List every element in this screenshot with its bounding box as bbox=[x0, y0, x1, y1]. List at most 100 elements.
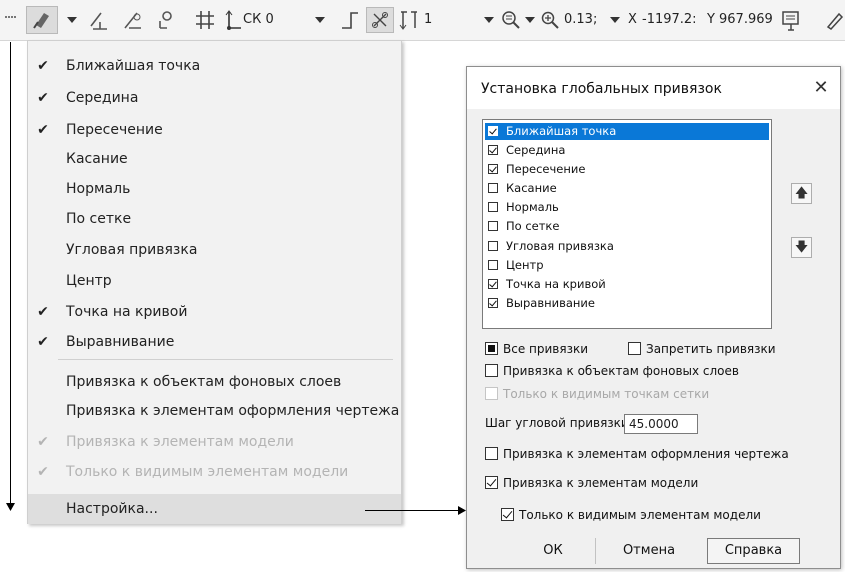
list-item[interactable]: Касание bbox=[485, 180, 769, 197]
pencil-icon[interactable] bbox=[822, 0, 845, 40]
checkbox[interactable] bbox=[488, 164, 498, 174]
list-item[interactable]: Выравнивание bbox=[485, 295, 769, 312]
connector-line bbox=[10, 42, 11, 504]
snap-toggle-button[interactable] bbox=[26, 6, 58, 34]
connector-line bbox=[365, 510, 460, 511]
snap-magnet-icon bbox=[33, 13, 49, 29]
menu-item-drawing-design[interactable]: Привязка к элементам оформления чертежа bbox=[28, 396, 401, 426]
move-up-button[interactable]: 🡅 bbox=[791, 183, 812, 204]
zoom-mode-dropdown[interactable] bbox=[523, 0, 537, 40]
checkbox[interactable] bbox=[488, 183, 498, 193]
list-item[interactable]: Нормаль bbox=[485, 199, 769, 216]
menu-separator bbox=[58, 359, 393, 360]
list-item[interactable]: Пересечение bbox=[485, 161, 769, 178]
drawing-design-label: Привязка к элементам оформления чертежа bbox=[503, 447, 789, 461]
zoom-value[interactable]: 0.13; bbox=[564, 9, 608, 31]
help-button[interactable]: Справка bbox=[707, 538, 800, 564]
coordinate-system-dropdown[interactable] bbox=[313, 0, 327, 40]
menu-item-normal[interactable]: Нормаль bbox=[28, 174, 401, 204]
menu-item-label: Выравнивание bbox=[66, 334, 175, 350]
ok-button[interactable]: ОК bbox=[511, 538, 596, 564]
menu-item-settings[interactable]: Настройка... bbox=[28, 494, 401, 524]
fix-coordinates-icon[interactable] bbox=[778, 0, 804, 40]
x-coordinate-field[interactable]: -1197.2: bbox=[642, 9, 704, 31]
cancel-button[interactable]: Отмена bbox=[607, 538, 691, 564]
model-elements-label: Привязка к элементам модели bbox=[503, 476, 699, 490]
toolbar-grip-icon[interactable] bbox=[4, 0, 18, 40]
cursor-step-dropdown[interactable] bbox=[482, 0, 496, 40]
local-snap-icon[interactable] bbox=[151, 0, 181, 40]
grid-icon[interactable] bbox=[190, 0, 220, 40]
list-item[interactable]: Угловая привязка bbox=[485, 238, 769, 255]
menu-item-label: Привязка к элементам оформления чертежа bbox=[66, 403, 400, 419]
forbid-snaps-label: Запретить привязки bbox=[646, 342, 776, 356]
checkbox[interactable] bbox=[488, 221, 498, 231]
dynamic-snap-button[interactable] bbox=[366, 7, 394, 33]
menu-item-label: Привязка к элементам модели bbox=[66, 434, 294, 450]
check-icon: ✔ bbox=[37, 90, 49, 106]
snap-menu-dropdown[interactable] bbox=[65, 0, 79, 40]
check-icon: ✔ bbox=[37, 334, 49, 350]
checkbox[interactable] bbox=[488, 126, 498, 136]
list-item-label: Угловая привязка bbox=[506, 239, 614, 253]
snap-type-list[interactable]: Ближайшая точка Середина Пересечение Кас… bbox=[482, 119, 772, 329]
zoom-in-icon[interactable] bbox=[540, 0, 560, 40]
angle-step-input[interactable]: 45.0000 bbox=[624, 414, 698, 434]
list-item[interactable]: Середина bbox=[485, 142, 769, 159]
cursor-step-value[interactable]: 1 bbox=[424, 0, 432, 40]
orthogonal-mode-icon[interactable] bbox=[335, 0, 363, 40]
menu-item-label: Ближайшая точка bbox=[66, 58, 201, 74]
all-snaps-label: Все привязки bbox=[503, 342, 589, 356]
menu-item-intersection[interactable]: ✔ Пересечение bbox=[28, 115, 401, 145]
dialog-title-bar: Установка глобальных привязок ✕ bbox=[467, 67, 840, 109]
menu-item-label: Середина bbox=[66, 90, 139, 106]
y-coordinate-label: Y bbox=[707, 12, 715, 27]
list-item[interactable]: Центр bbox=[485, 257, 769, 274]
checkbox[interactable] bbox=[488, 298, 498, 308]
cursor-step-icon bbox=[398, 0, 420, 40]
zoom-value-dropdown[interactable] bbox=[608, 0, 622, 40]
zoom-window-icon[interactable] bbox=[500, 0, 522, 40]
list-item[interactable]: По сетке bbox=[485, 218, 769, 235]
list-item-label: Пересечение bbox=[506, 162, 586, 176]
menu-item-label: Центр bbox=[66, 273, 112, 289]
menu-item-tangent[interactable]: Касание bbox=[28, 144, 401, 174]
visible-model-only-label: Только к видимым элементам модели bbox=[519, 508, 761, 522]
check-icon: ✔ bbox=[37, 58, 49, 74]
menu-item-grid[interactable]: По сетке bbox=[28, 204, 401, 234]
menu-item-nearest-point[interactable]: ✔ Ближайшая точка bbox=[28, 51, 401, 81]
menu-item-angle-snap[interactable]: Угловая привязка bbox=[28, 235, 401, 265]
menu-item-point-on-curve[interactable]: ✔ Точка на кривой bbox=[28, 297, 401, 327]
checkbox[interactable] bbox=[485, 342, 498, 355]
close-icon[interactable]: ✕ bbox=[810, 77, 832, 99]
checkbox[interactable] bbox=[628, 342, 641, 355]
menu-item-center[interactable]: Центр bbox=[28, 266, 401, 296]
checkbox[interactable] bbox=[501, 508, 514, 521]
checkbox[interactable] bbox=[488, 260, 498, 270]
check-icon: ✔ bbox=[37, 464, 49, 480]
list-item[interactable]: Точка на кривой bbox=[485, 276, 769, 293]
checkbox[interactable] bbox=[488, 145, 498, 155]
background-layers-label: Привязка к объектам фоновых слоев bbox=[503, 364, 739, 378]
menu-item-alignment[interactable]: ✔ Выравнивание bbox=[28, 327, 401, 357]
menu-item-label: Касание bbox=[66, 151, 128, 167]
snap-dropdown-menu: ✔ Ближайшая точка ✔ Середина ✔ Пересечен… bbox=[27, 40, 402, 524]
normal-snap-icon[interactable] bbox=[84, 0, 114, 40]
angle-step-row: Шаг угловой привязки bbox=[485, 414, 629, 432]
checkbox[interactable] bbox=[488, 202, 498, 212]
checkbox[interactable] bbox=[485, 476, 498, 489]
list-item-label: Точка на кривой bbox=[506, 277, 606, 291]
y-coordinate-field[interactable]: 967.969 bbox=[719, 9, 775, 31]
global-snaps-dialog: Установка глобальных привязок ✕ Ближайша… bbox=[466, 66, 841, 569]
angle-snap-icon[interactable] bbox=[118, 0, 148, 40]
list-item[interactable]: Ближайшая точка bbox=[485, 123, 769, 140]
move-down-button[interactable]: 🡇 bbox=[791, 237, 812, 258]
menu-item-midpoint[interactable]: ✔ Середина bbox=[28, 83, 401, 113]
coordinate-system-value[interactable]: СК 0 bbox=[243, 0, 274, 40]
menu-item-background-layers[interactable]: Привязка к объектам фоновых слоев bbox=[28, 367, 401, 397]
checkbox[interactable] bbox=[485, 447, 498, 460]
checkbox[interactable] bbox=[488, 279, 498, 289]
menu-item-label: Привязка к объектам фоновых слоев bbox=[66, 374, 342, 390]
checkbox[interactable] bbox=[488, 241, 498, 251]
checkbox[interactable] bbox=[485, 364, 498, 377]
